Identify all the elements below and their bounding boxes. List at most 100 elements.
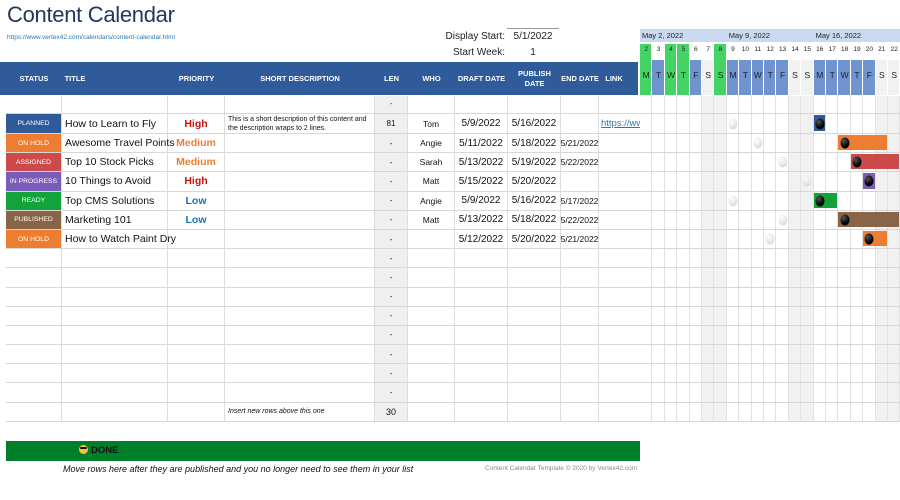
description-cell[interactable] [225,268,375,287]
draft-date-cell[interactable] [455,306,508,325]
status-cell[interactable] [6,325,62,345]
display-start-input[interactable]: 5/1/2022 [507,31,559,42]
end-date-cell[interactable] [561,96,599,113]
draft-date-cell[interactable] [455,268,508,287]
end-date-cell[interactable] [561,364,599,383]
description-cell[interactable] [225,172,375,191]
priority-cell[interactable] [168,383,225,402]
end-date-cell[interactable] [561,345,599,364]
link-cell[interactable] [599,307,640,325]
status-cell[interactable] [6,306,62,325]
priority-cell[interactable]: High [168,172,225,191]
description-cell[interactable] [225,306,375,325]
who-cell[interactable]: Angie [408,191,455,210]
priority-cell[interactable]: Low [168,191,225,210]
link-cell[interactable] [599,96,640,113]
end-date-cell[interactable] [561,325,599,345]
who-cell[interactable] [408,268,455,287]
who-cell[interactable] [408,325,455,345]
who-cell[interactable] [408,364,455,383]
link-cell[interactable] [599,345,640,363]
draft-date-cell[interactable] [455,287,508,306]
status-cell[interactable]: PUBLISHED [6,210,62,229]
start-week-input[interactable]: 1 [507,47,559,58]
link-cell[interactable] [599,134,640,152]
description-cell[interactable] [225,96,375,113]
link-cell[interactable] [599,249,640,267]
status-cell[interactable]: IN PROGRESS [6,172,62,191]
publish-date-cell[interactable] [508,325,561,345]
publish-date-cell[interactable] [508,249,561,268]
draft-date-cell[interactable] [455,383,508,402]
publish-date-cell[interactable]: 5/20/2022 [508,229,561,249]
end-date-cell[interactable] [561,287,599,306]
publish-date-cell[interactable]: 5/18/2022 [508,210,561,229]
draft-date-cell[interactable] [455,345,508,364]
draft-date-cell[interactable]: 5/9/2022 [455,114,508,133]
priority-cell[interactable] [168,345,225,364]
who-cell[interactable] [408,287,455,306]
priority-cell[interactable]: Medium [168,153,225,172]
publish-date-cell[interactable]: 5/18/2022 [508,134,561,153]
who-cell[interactable] [408,249,455,268]
title-cell[interactable] [62,364,168,383]
status-cell[interactable]: ASSIGNED [6,153,62,172]
priority-cell[interactable] [168,325,225,345]
priority-cell[interactable] [168,229,225,249]
who-cell[interactable] [408,306,455,325]
end-date-cell[interactable] [561,114,599,133]
description-cell[interactable] [225,364,375,383]
title-cell[interactable] [62,325,168,345]
publish-date-cell[interactable]: 5/20/2022 [508,172,561,191]
publish-date-cell[interactable] [508,287,561,306]
who-cell[interactable]: Matt [408,210,455,229]
end-date-cell[interactable]: 5/21/2022 [561,134,599,153]
title-cell[interactable]: How to Learn to Fly [62,114,168,133]
priority-cell[interactable] [168,364,225,383]
title-cell[interactable] [62,383,168,402]
priority-cell[interactable] [168,249,225,268]
who-cell[interactable] [408,402,455,421]
status-cell[interactable] [6,402,62,421]
description-cell[interactable] [225,134,375,153]
title-cell[interactable]: 10 Things to Avoid [62,172,168,191]
publish-date-cell[interactable] [508,402,561,421]
end-date-cell[interactable] [561,402,599,421]
priority-cell[interactable] [168,268,225,287]
status-cell[interactable] [6,249,62,268]
description-cell[interactable] [225,249,375,268]
link-cell[interactable] [599,364,640,382]
priority-cell[interactable]: Medium [168,134,225,153]
priority-cell[interactable] [168,306,225,325]
priority-cell[interactable]: Low [168,210,225,229]
description-cell[interactable] [225,287,375,306]
description-cell[interactable]: Insert new rows above this one [225,402,375,421]
status-cell[interactable] [6,383,62,402]
who-cell[interactable]: Sarah [408,153,455,172]
draft-date-cell[interactable] [455,325,508,345]
who-cell[interactable] [408,383,455,402]
description-cell[interactable] [225,383,375,402]
who-cell[interactable] [408,345,455,364]
publish-date-cell[interactable]: 5/16/2022 [508,114,561,133]
title-cell[interactable] [62,345,168,364]
title-cell[interactable] [62,96,168,113]
publish-date-cell[interactable] [508,383,561,402]
end-date-cell[interactable]: 5/22/2022 [561,153,599,172]
description-cell[interactable] [225,325,375,345]
link-cell[interactable] [599,192,640,210]
description-cell[interactable] [225,345,375,364]
template-url-link[interactable]: https://www.vertex42.com/calendars/conte… [7,34,175,41]
publish-date-cell[interactable]: 5/19/2022 [508,153,561,172]
description-cell[interactable] [225,229,375,249]
draft-date-cell[interactable] [455,364,508,383]
publish-date-cell[interactable] [508,364,561,383]
description-cell[interactable] [225,210,375,229]
who-cell[interactable]: Angie [408,134,455,153]
title-cell[interactable]: How to Watch Paint Dry [62,229,176,249]
link-cell[interactable]: https://ww [599,114,640,133]
link-cell[interactable] [599,326,640,344]
description-cell[interactable]: This is a short description of this cont… [225,114,375,133]
end-date-cell[interactable] [561,268,599,287]
status-cell[interactable] [6,268,62,287]
